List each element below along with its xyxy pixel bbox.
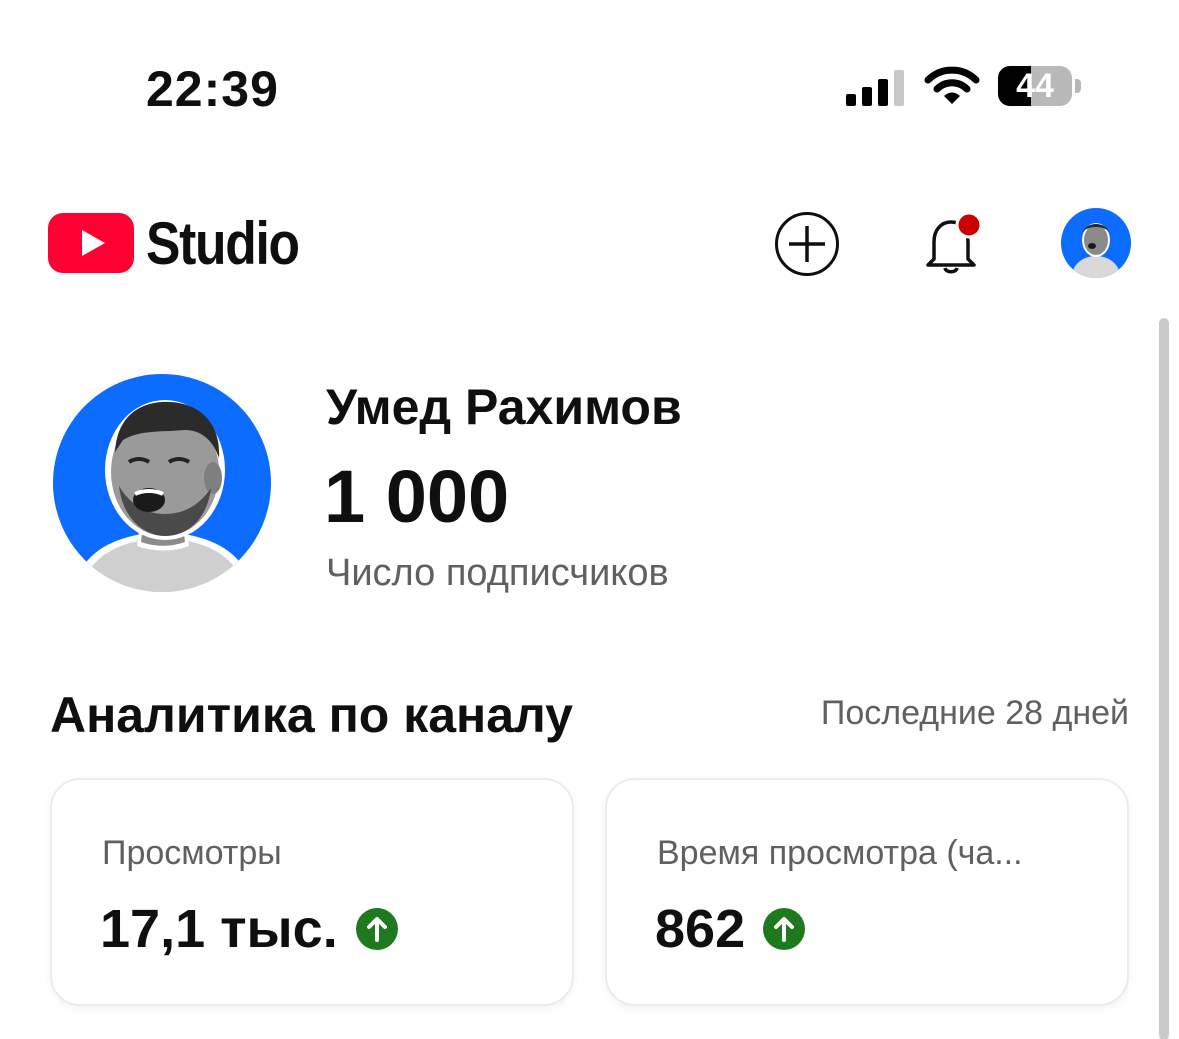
arrow-up-circle-icon bbox=[355, 908, 398, 950]
watch-time-label: Время просмотра (ча... bbox=[657, 834, 1023, 872]
account-avatar[interactable] bbox=[1061, 208, 1131, 278]
wifi-icon bbox=[924, 66, 980, 104]
analytics-title: Аналитика по каналу bbox=[50, 687, 573, 743]
bell-icon[interactable] bbox=[920, 210, 984, 276]
views-value-row: 17,1 тыс. bbox=[100, 898, 398, 960]
studio-dashboard: 22:39 44 Studio Умед Рахимов 1 000 Число… bbox=[0, 0, 1179, 1039]
cellular-signal-icon bbox=[846, 70, 904, 106]
battery-body: 44 bbox=[998, 66, 1072, 106]
plus-circle-icon[interactable] bbox=[774, 211, 840, 277]
views-card[interactable]: Просмотры 17,1 тыс. bbox=[50, 778, 574, 1006]
channel-avatar[interactable] bbox=[53, 374, 271, 592]
watch-time-value: 862 bbox=[655, 899, 746, 959]
scrollbar[interactable] bbox=[1159, 318, 1169, 1039]
watch-time-value-row: 862 bbox=[655, 898, 806, 960]
battery-icon: 44 bbox=[998, 66, 1084, 108]
battery-cap bbox=[1075, 79, 1081, 93]
youtube-play-icon bbox=[48, 213, 134, 273]
avatar-photo bbox=[1061, 208, 1131, 278]
youtube-studio-logo[interactable]: Studio bbox=[48, 210, 324, 277]
logo-text: Studio bbox=[146, 209, 300, 277]
subscriber-label: Число подписчиков bbox=[326, 552, 669, 594]
channel-name: Умед Рахимов bbox=[326, 379, 682, 435]
channel-avatar-photo bbox=[53, 374, 271, 592]
subscriber-count: 1 000 bbox=[324, 455, 510, 538]
arrow-up-circle-icon bbox=[763, 908, 806, 950]
status-time: 22:39 bbox=[146, 61, 279, 117]
watch-time-card[interactable]: Время просмотра (ча... 862 bbox=[605, 778, 1129, 1006]
views-label: Просмотры bbox=[102, 834, 282, 872]
notification-dot bbox=[955, 211, 983, 239]
battery-level: 44 bbox=[1016, 67, 1054, 105]
analytics-period[interactable]: Последние 28 дней bbox=[821, 694, 1129, 733]
views-value: 17,1 тыс. bbox=[100, 899, 338, 959]
